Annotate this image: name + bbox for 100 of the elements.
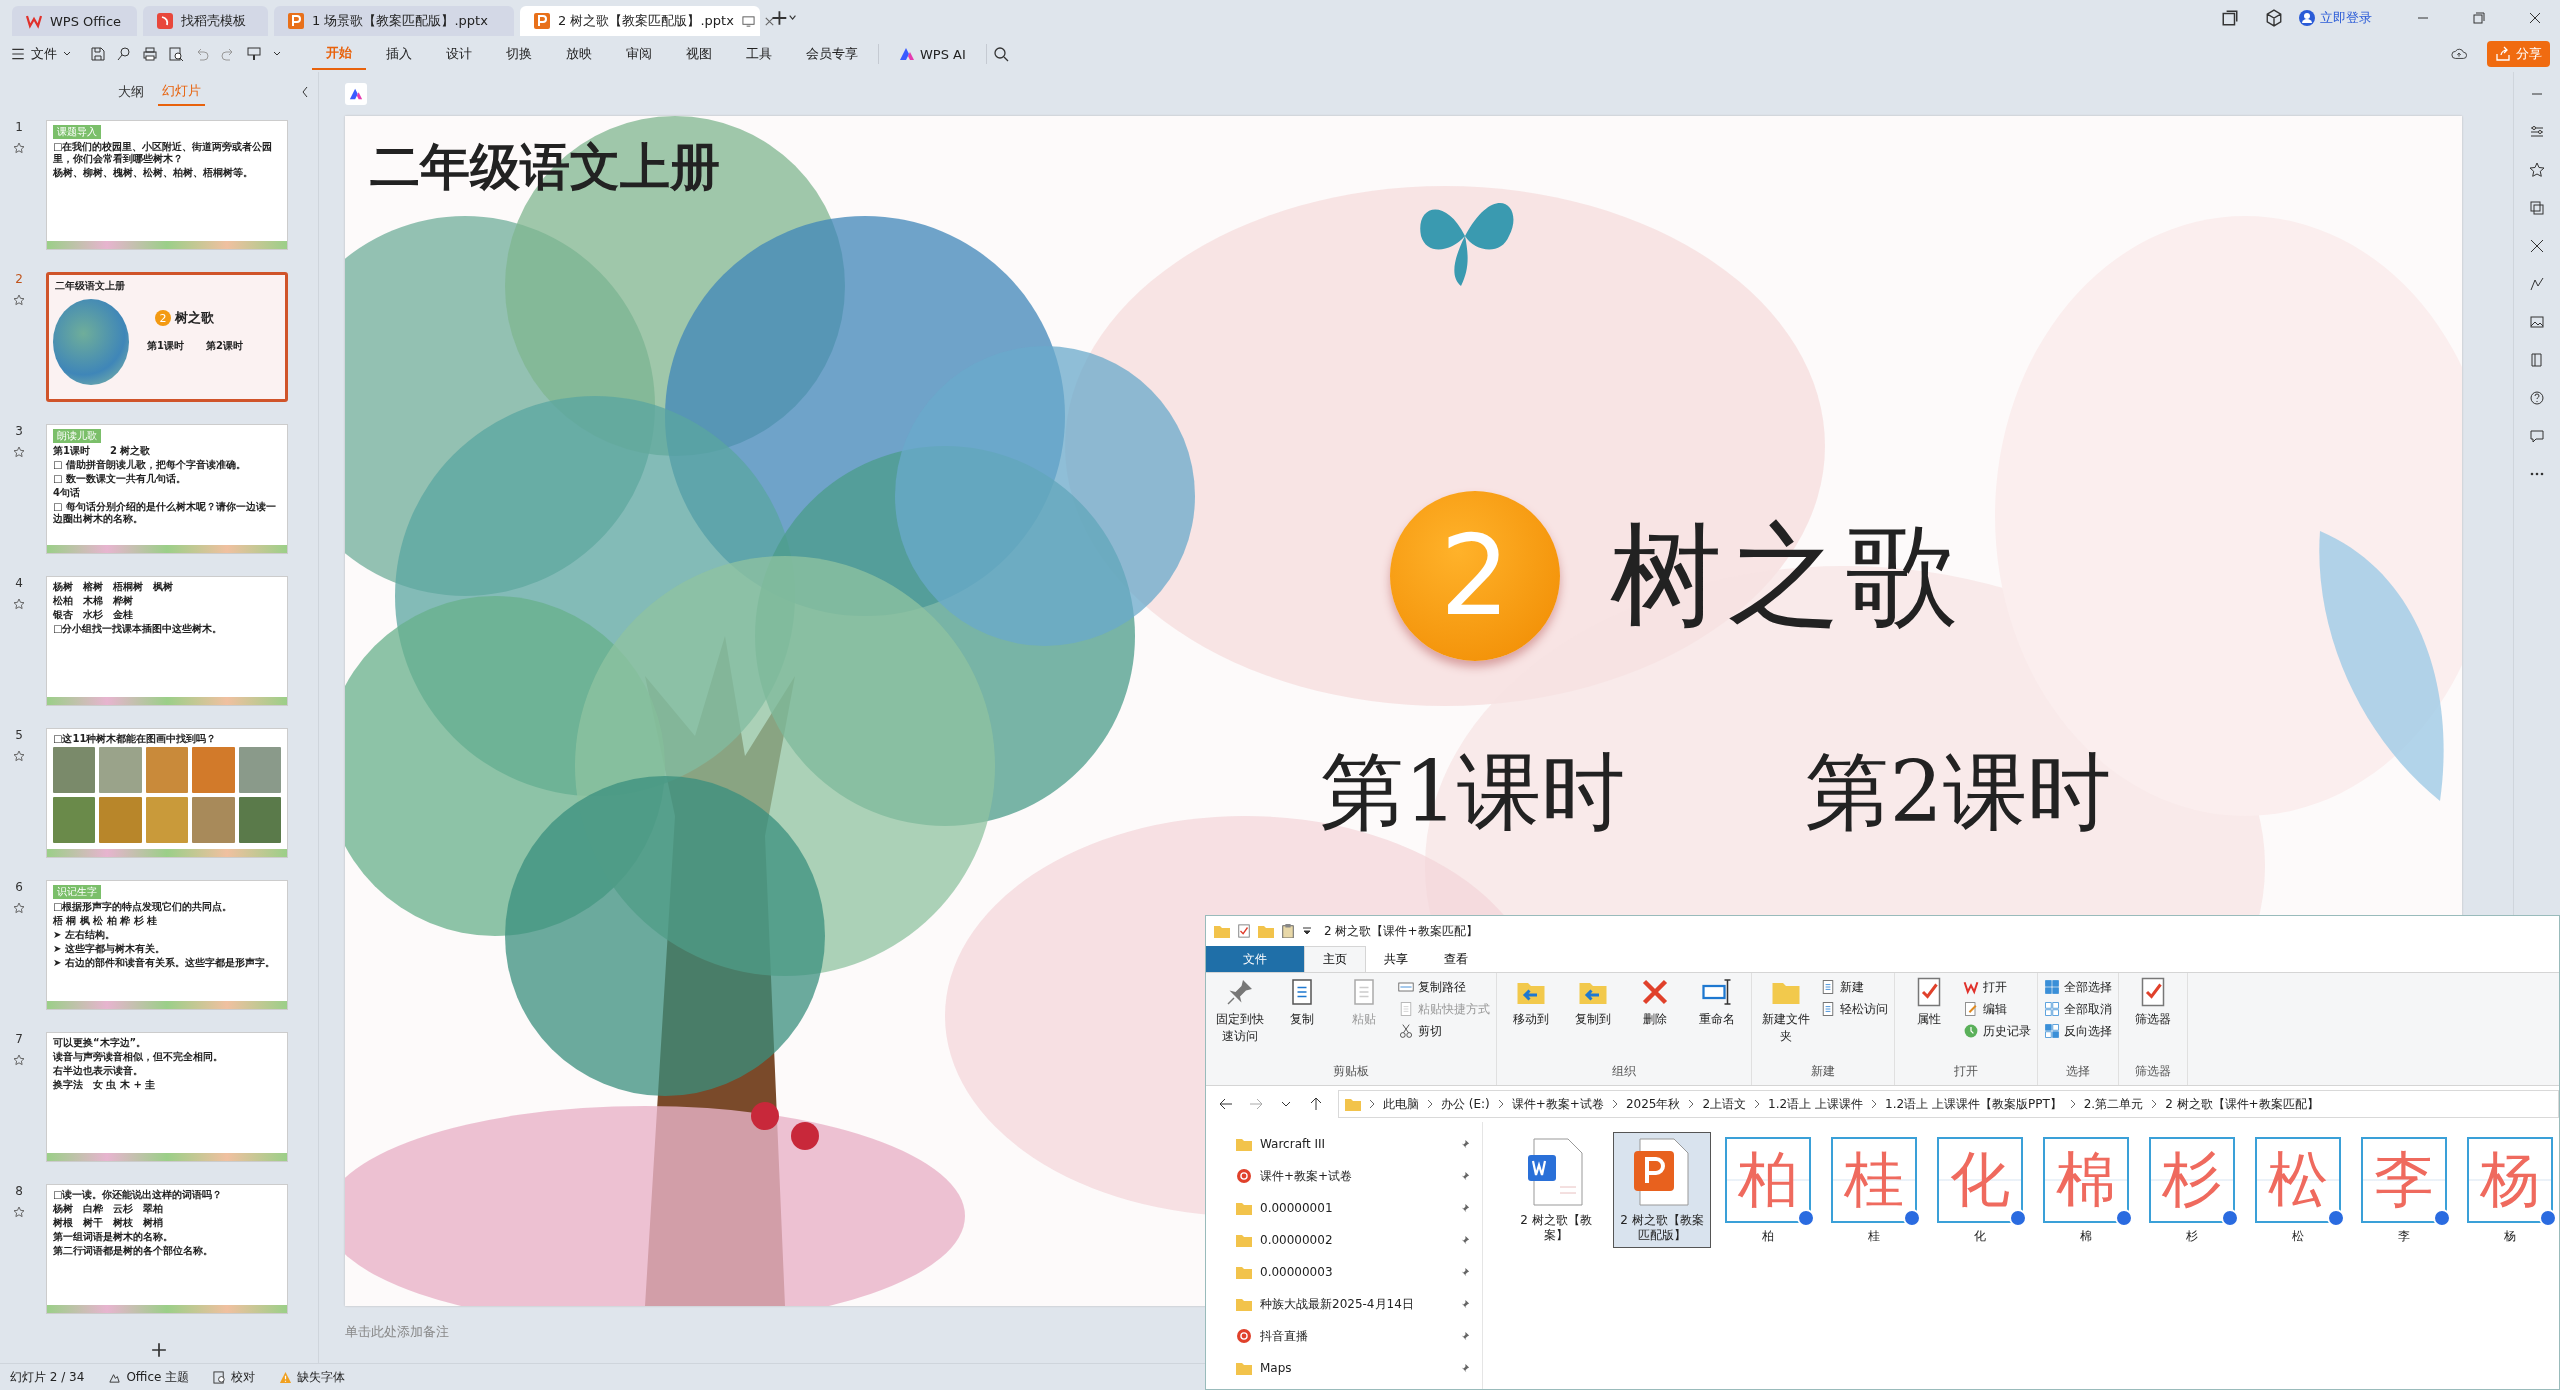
ribbon-tab[interactable]: 放映 [552,39,606,69]
tools-icon[interactable] [2529,238,2545,254]
print-icon[interactable] [142,46,158,62]
file-item[interactable]: 松 松 [2249,1132,2347,1249]
format-painter-icon[interactable] [246,46,262,62]
document-tab[interactable]: WPS Office [12,6,137,36]
document-tab[interactable]: 找稻壳模板 [143,6,268,36]
ribbon-tab[interactable]: 共享 [1366,946,1426,972]
monitor-icon[interactable] [741,14,755,28]
navigation-item[interactable]: 0.00000002 [1206,1224,1482,1256]
breadcrumb-item[interactable]: 1.2语上 上课课件 [1768,1095,1863,1113]
ribbon-button[interactable]: 新建文件夹 [1758,977,1814,1061]
ribbon-tab[interactable]: 会员专享 [792,39,872,69]
star-icon[interactable] [2529,162,2545,178]
slide-thumbnail[interactable]: 杨树 榕树 梧桐树 枫树 松柏 木棉 桦树 银杏 水杉 金桂 □分小组找一找课本插图中这些树木。 [46,576,288,706]
book-icon[interactable] [2529,352,2545,368]
slide-thumbnail[interactable]: 朗读儿歌 第1课时 2 树之歌 □ 借助拼音朗读儿歌，把每个字音读准确。 □ 数一数课文一共有几句话。 4句话 □ 每句话分别介绍的是什么树木呢？请你一边读一边圈出树木的名称。 [46,424,288,554]
ribbon-button[interactable]: 移动到 [1503,977,1559,1061]
ribbon-button[interactable]: 全部选择 [2044,977,2112,997]
file-item[interactable]: 柏 柏 [1719,1132,1817,1249]
ribbon-button[interactable]: 固定到快速访问 [1212,977,1268,1061]
ribbon-button[interactable]: 轻松访问 [1820,999,1888,1019]
star-icon[interactable] [13,1206,25,1218]
ribbon-tab[interactable]: 审阅 [612,39,666,69]
ribbon-tab[interactable]: 设计 [432,39,486,69]
ribbon-button[interactable]: 全部取消 [2044,999,2112,1019]
ai-assistant-button[interactable] [345,83,367,105]
navigation-item[interactable]: Warcraft III [1206,1128,1482,1160]
properties-icon[interactable] [1236,924,1252,938]
ribbon-button[interactable]: 复制 [1274,977,1330,1061]
ribbon-button[interactable]: 反向选择 [2044,1021,2112,1041]
star-icon[interactable] [13,446,25,458]
image-icon[interactable] [2529,314,2545,330]
panel-tab[interactable]: 大纲 [113,79,148,105]
slide-thumbnail[interactable]: 识记生字 □根据形声字的特点发现它们的共同点。 梧 桐 枫 松 柏 桦 杉 桂 ➤ 左右结构。 ➤ 这些字都与树木有关。 ➤ 右边的部件和读音有关系。这些字都是形声字。 [46,880,288,1010]
search-replace-icon[interactable] [116,46,132,62]
star-icon[interactable] [13,294,25,306]
close-icon[interactable] [2528,11,2542,25]
ribbon-button[interactable]: 历史记录 [1963,1021,2031,1041]
ribbon-button[interactable]: 新建 [1820,977,1888,997]
breadcrumb-item[interactable]: 课件+教案+试卷 [1511,1095,1604,1113]
ribbon-tab[interactable]: 切换 [492,39,546,69]
animation-icon[interactable] [2529,276,2545,292]
ribbon-button[interactable]: 属性 [1901,977,1957,1061]
slide-thumbnail[interactable]: □读一读。你还能说出这样的词语吗？ 杨树 白桦 云杉 翠柏 树根 树干 树枝 树梢 第一组词语是树木的名称。 第二行词语都是树的各个部位名称。 [46,1184,288,1314]
search-icon[interactable] [992,46,1009,62]
cloud-upload-icon[interactable] [2451,46,2467,62]
caret-icon[interactable] [1302,926,1312,936]
missing-fonts-button[interactable]: 缺失字体 [279,1368,346,1386]
file-item[interactable]: 桂 桂 [1825,1132,1923,1249]
navigation-item[interactable]: 0.00000001 [1206,1192,1482,1224]
restore-icon[interactable] [2472,11,2486,25]
comment-icon[interactable] [2529,428,2545,444]
ribbon-button[interactable]: 筛选器 [2125,977,2181,1061]
slide-thumbnail[interactable]: 可以更换“木字边”。 读音与声旁读音相似，但不完全相同。 右半边也表示读音。 换字法 女 虫 木 + 圭 [46,1032,288,1162]
file-item[interactable]: 2 树之歌【教案匹配版】 [1613,1132,1711,1248]
ribbon-button[interactable]: 剪切 [1398,1021,1490,1041]
star-icon[interactable] [13,1054,25,1066]
proofread-button[interactable]: 校对 [213,1368,256,1386]
ribbon-button[interactable]: 打开 [1963,977,2031,997]
ribbon-button[interactable]: 删除 [1627,977,1683,1061]
clipboard-icon[interactable] [1280,924,1296,938]
ribbon-tab[interactable]: 查看 [1426,946,1486,972]
file-item[interactable]: 棉 棉 [2037,1132,2135,1249]
breadcrumb-item[interactable]: 2025年秋 [1625,1095,1681,1113]
breadcrumb-item[interactable]: 2上语文 [1702,1095,1747,1113]
slide-thumbnail[interactable]: □这11种树木都能在图画中找到吗？ [46,728,288,858]
navigation-item[interactable]: Maps [1206,1352,1482,1384]
file-item[interactable]: 杨 杨 [2461,1132,2559,1249]
ribbon-tab[interactable]: 主页 [1304,946,1366,972]
star-icon[interactable] [13,598,25,610]
theme-button[interactable]: Office 主题 [108,1368,190,1386]
breadcrumb-item[interactable]: 2.第二单元 [2083,1095,2144,1113]
ribbon-button[interactable]: 编辑 [1963,999,2031,1019]
layers-icon[interactable] [2529,200,2545,216]
add-slide-icon[interactable] [151,1342,167,1358]
navigation-item[interactable]: 抖音直播 [1206,1320,1482,1352]
navigation-item[interactable]: 种族大战最新2025-4月14日 [1206,1288,1482,1320]
star-icon[interactable] [13,142,25,154]
ribbon-tab[interactable]: 插入 [372,39,426,69]
file-item[interactable]: 杉 杉 [2143,1132,2241,1249]
save-icon[interactable] [90,46,106,62]
up-arrow-icon[interactable] [1308,1096,1324,1112]
file-item[interactable]: 李 李 [2355,1132,2453,1249]
document-tab[interactable]: 1 场景歌【教案匹配版】.pptx [274,6,514,36]
breadcrumb-item[interactable]: 1.2语上 上课课件【教案版PPT】 [1885,1095,2062,1113]
help-icon[interactable] [2529,390,2545,406]
back-arrow-icon[interactable] [1218,1096,1234,1112]
collapse-icon[interactable] [300,85,310,99]
breadcrumb-item[interactable]: 办公 (E:) [1441,1095,1490,1113]
ribbon-tab[interactable]: 视图 [672,39,726,69]
breadcrumb-item[interactable]: 此电脑 [1383,1095,1419,1113]
ribbon-tab[interactable]: 文件 [1206,946,1304,972]
login-link[interactable]: 立即登录 [2299,9,2372,27]
address-bar[interactable]: 此电脑 办公 (E:) 课件+教案+试卷 2025年秋 2上语文 1.2语上 上课课件 1.2语上 上课课件【教案版PPT】 2.第二单元 2 树之歌【课件+教案匹配】 [1338,1090,2559,1118]
breadcrumb-item[interactable]: 2 树之歌【课件+教案匹配】 [2165,1095,2319,1113]
slide-thumbnail[interactable]: 二年级语文上册 2 树之歌 第1课时 第2课时 [46,272,288,402]
file-menu[interactable]: 文件 [10,45,72,63]
ribbon-button[interactable]: 复制路径 [1398,977,1490,997]
slide-thumbnail[interactable]: 课题导入 □在我们的校园里、小区附近、街道两旁或者公园里，你们会常看到哪些树木？ 杨树、柳树、槐树、松树、柏树、梧桐树等。 [46,120,288,250]
